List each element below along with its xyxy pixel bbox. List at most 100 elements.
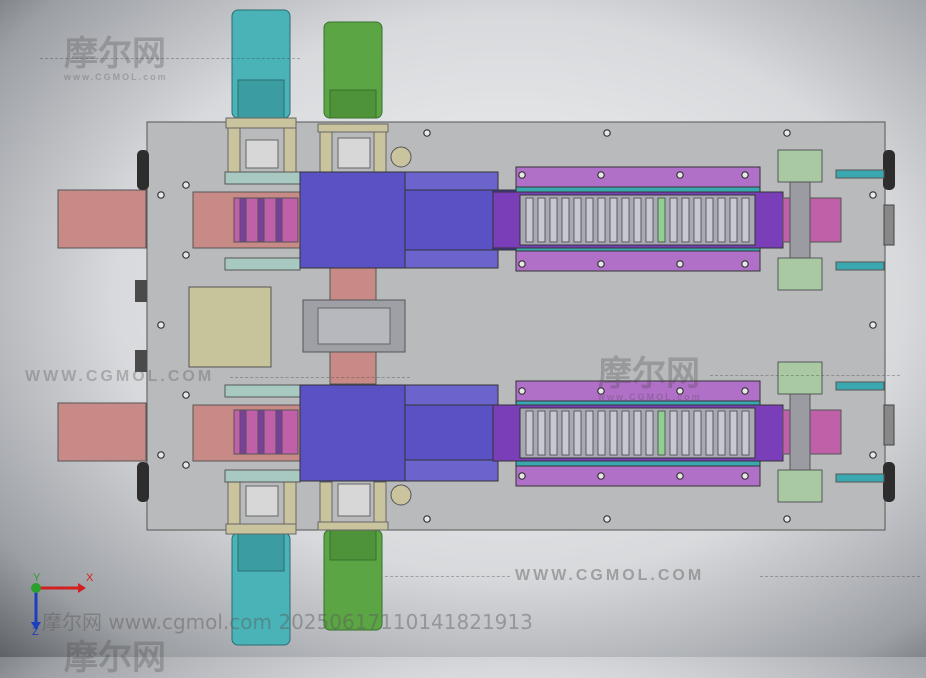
right-bracket-bottom [883,404,895,446]
bolt-hole [182,461,190,469]
bolt-hole [869,321,877,329]
rail-slat [645,197,654,243]
rail-slat [597,410,606,456]
bolt-hole [423,515,431,523]
watermark-logo-url: www.CGMOL.com [598,392,702,402]
bolt-hole [518,472,526,480]
bolt-hole [518,260,526,268]
watermark-url-caption: WWW.CGMOL.COM [25,368,215,385]
rail-slat [633,410,642,456]
control-box [188,286,272,368]
rail-slat [525,410,534,456]
rail-slat [537,197,546,243]
watermark-url-caption: WWW.CGMOL.COM [515,567,705,584]
rail-slat [741,410,750,456]
rail-slat [573,197,582,243]
rail-slat [537,410,546,456]
bolt-hole [597,472,605,480]
wheel-tl [137,150,149,190]
motor-mount-top-left [225,117,297,173]
bolt-hole [603,515,611,523]
rail-slat [681,197,690,243]
left-bracket-top [135,280,147,302]
center-link-top [329,267,377,305]
bolt-hole [518,171,526,179]
rail-slat [741,197,750,243]
watermark-line [710,375,900,376]
rail-slat [669,197,678,243]
watermark-logo-text: 摩尔网 [64,638,166,678]
rail-slat [525,197,534,243]
bolt-hole [157,321,165,329]
cad-viewport[interactable]: 摩尔网 www.CGMOL.com 摩尔网 www.CGMOL.com 摩尔网 … [0,0,926,676]
wheel-br [883,462,895,502]
bolt-hole [597,260,605,268]
rail-slat [693,197,702,243]
watermark-logo: 摩尔网 www.CGMOL.com [598,356,702,402]
rail-slat [549,410,558,456]
rail-slat [585,197,594,243]
rail-slat [621,197,630,243]
left-block-top [57,189,147,249]
axis-label-y: Y [33,572,41,584]
rail-slat [585,410,594,456]
carriage-bottom [299,384,524,482]
center-link-bottom [329,347,377,385]
bolt-hole [741,260,749,268]
motor-mount-bottom-right [317,481,389,531]
rail-slat [609,410,618,456]
motor-mount-bottom-left [225,481,297,535]
bolt-hole [676,171,684,179]
bolt-hole [676,472,684,480]
wheel-bl [137,462,149,502]
bolt-hole [597,171,605,179]
bolt-hole [869,451,877,459]
rail-slat [549,197,558,243]
rail-slat [705,410,714,456]
bolt-hole [676,260,684,268]
rail-slat [573,410,582,456]
right-bracket-top [883,204,895,246]
rail-slat [561,410,570,456]
bolt-hole [423,129,431,137]
bolt-hole [182,391,190,399]
watermark-line [230,377,410,378]
watermark-logo: 摩尔网 [64,640,166,676]
bolt-hole [741,387,749,395]
rail-slat [633,197,642,243]
rail-slat [657,410,666,456]
bolt-hole [157,191,165,199]
rail-slat [645,410,654,456]
bolt-hole [783,129,791,137]
rail-slat [705,197,714,243]
bolt-hole [869,191,877,199]
rail-slat [609,197,618,243]
bolt-hole [182,181,190,189]
axis-label-x: X [86,572,94,584]
rail-slat [621,410,630,456]
rail-slat [681,410,690,456]
bolt-hole [783,515,791,523]
left-block-bottom [57,402,147,462]
axis-label-z: Z [32,626,39,638]
rail-slat [669,410,678,456]
bolt-hole [741,472,749,480]
assembly-drawing[interactable] [0,0,926,657]
rail-slat [729,197,738,243]
watermark-logo: 摩尔网 www.CGMOL.com [64,36,168,82]
rail-slat [657,197,666,243]
bolt-hole [603,129,611,137]
watermark-line [385,576,510,577]
carriage-top [299,171,524,269]
watermark-line [760,576,920,577]
bolt-hole [741,171,749,179]
wheel-tr [883,150,895,190]
rail-slat [717,197,726,243]
rail-slat [693,410,702,456]
motor-mount-top-right [317,123,389,173]
bolt-hole [182,251,190,259]
watermark-logo-url: www.CGMOL.com [64,72,168,82]
rail-slat [597,197,606,243]
rail-slat [561,197,570,243]
rail-slat [729,410,738,456]
